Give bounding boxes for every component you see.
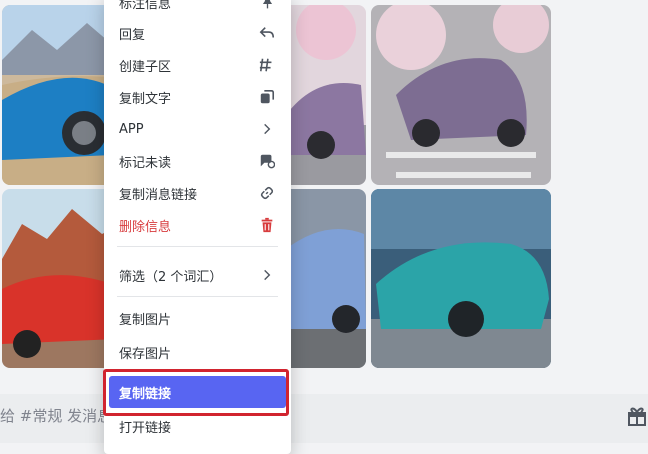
menu-item-filter[interactable]: 筛选（2 个词汇） bbox=[109, 259, 286, 291]
menu-item-delete[interactable]: 删除信息 bbox=[109, 209, 286, 241]
menu-item-label: 标记未读 bbox=[119, 155, 172, 171]
menu-item-label: 保存图片 bbox=[119, 346, 172, 362]
menu-item-copy-text[interactable]: 复制文字 bbox=[109, 81, 286, 113]
mark-unread-icon bbox=[258, 152, 276, 170]
menu-item-label: 标注信息 bbox=[119, 0, 172, 12]
menu-item-label: 创建子区 bbox=[119, 59, 172, 75]
menu-item-pin[interactable]: 标注信息 bbox=[109, 0, 286, 18]
menu-item-copy-message-link[interactable]: 复制消息链接 bbox=[109, 177, 286, 209]
chevron-right-icon bbox=[258, 266, 276, 284]
menu-item-label: 回复 bbox=[119, 27, 146, 43]
menu-item-copy-image[interactable]: 复制图片 bbox=[109, 302, 286, 334]
copy-text-icon bbox=[258, 88, 276, 106]
trash-icon bbox=[258, 216, 276, 234]
pin-icon bbox=[258, 0, 276, 11]
menu-item-label: 删除信息 bbox=[119, 219, 172, 235]
menu-item-label: 复制消息链接 bbox=[119, 187, 198, 203]
menu-item-label: 打开链接 bbox=[119, 420, 172, 436]
menu-item-reply[interactable]: 回复 bbox=[109, 17, 286, 49]
menu-item-mark-unread[interactable]: 标记未读 bbox=[109, 145, 286, 177]
menu-separator bbox=[117, 246, 278, 247]
composer-placeholder: 给 #常规 发消息 bbox=[0, 407, 113, 425]
thread-icon bbox=[258, 56, 276, 74]
gallery-image-6[interactable] bbox=[371, 189, 551, 368]
reply-icon bbox=[258, 24, 276, 42]
menu-item-label: 复制文字 bbox=[119, 91, 172, 107]
highlight-annotation-box bbox=[103, 369, 289, 416]
gift-icon[interactable] bbox=[626, 404, 648, 426]
menu-item-create-thread[interactable]: 创建子区 bbox=[109, 49, 286, 81]
menu-item-save-image[interactable]: 保存图片 bbox=[109, 336, 286, 368]
menu-item-label: 筛选（2 个词汇） bbox=[119, 269, 223, 285]
gallery-image-3[interactable] bbox=[371, 5, 551, 185]
chevron-right-icon bbox=[258, 120, 276, 138]
menu-separator bbox=[117, 296, 278, 297]
menu-item-app[interactable]: APP bbox=[109, 113, 286, 145]
menu-item-label: APP bbox=[119, 121, 144, 137]
link-icon bbox=[258, 184, 276, 202]
menu-item-label: 复制图片 bbox=[119, 312, 172, 328]
